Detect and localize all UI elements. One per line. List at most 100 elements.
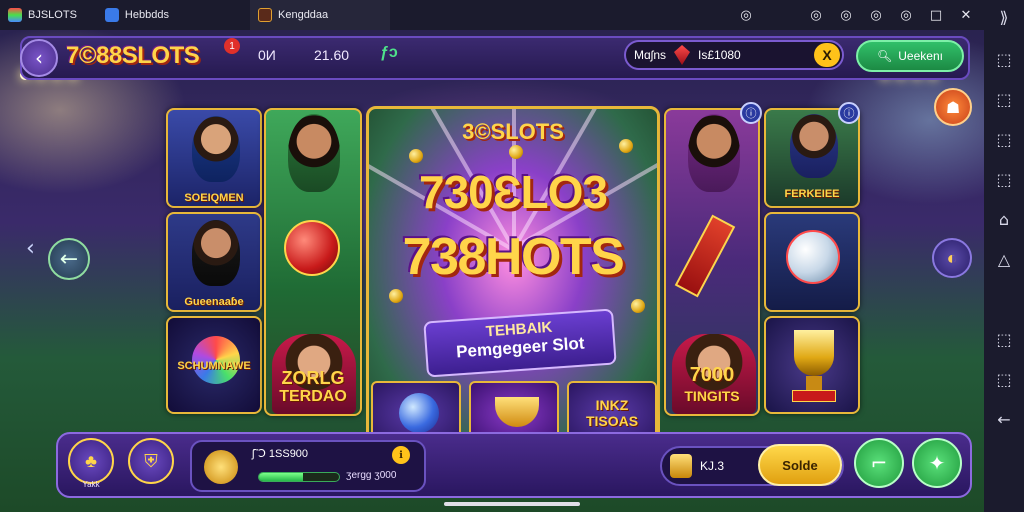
coin-stack-icon (670, 454, 692, 478)
scroll-left-button[interactable]: ← (48, 238, 90, 280)
window-controls: ◎ ◎ ◎ ◎ ◎ □ ✕ (738, 0, 974, 30)
cricket-ball-icon: ◐ (946, 247, 958, 268)
chevron-left-icon[interactable]: ‹ (26, 236, 35, 261)
game-card-1c[interactable]: SCHUMNAWE (166, 316, 262, 414)
tab-label: Kengddaa (278, 9, 329, 21)
tab-second[interactable]: Hebbdds (97, 0, 177, 30)
featured-banner[interactable]: 3©SLOTS 730ƐLO3 738HOTS TEHBAIK Pemgegee… (366, 106, 660, 446)
search-icon: 🔍︎ (877, 49, 893, 63)
coin-icon (509, 145, 523, 159)
flame-button-label: Yakk (82, 480, 100, 489)
solde-button[interactable]: Solde (758, 444, 842, 486)
game-logo: 7©88SLOTS (66, 42, 200, 69)
info-badge-icon[interactable]: ⓘ (740, 102, 762, 124)
progress-bar (258, 472, 340, 482)
app-icon (104, 8, 119, 22)
game-card-1a[interactable]: SOEIQMEN (166, 108, 262, 208)
game-icon (258, 8, 272, 22)
gesture-home-bar[interactable] (444, 502, 580, 506)
notification-badge: 1 (224, 38, 240, 54)
card-label-line1: 7000 (689, 364, 735, 386)
stats-icon[interactable]: ƒɔ (380, 44, 398, 62)
coin-amount: KJ.3 (700, 459, 725, 473)
progress-label: ʃ˜Ↄ 1SS900 (252, 448, 309, 460)
header-stat-a: 0И (258, 47, 276, 63)
install-apk-icon[interactable]: ⬚ (996, 170, 1011, 189)
player-portrait (288, 114, 340, 192)
search-label: Ueekenı (898, 49, 943, 63)
back-arrow-icon: ‹ (35, 46, 43, 70)
arrow-left-icon: ← (59, 246, 79, 272)
featured-headline-2: 738HOTS (402, 228, 625, 286)
trophy-stem (806, 376, 822, 390)
close-window-icon[interactable]: ✕ (958, 8, 974, 23)
tab-label: Hebbdds (124, 9, 169, 21)
notification-icon[interactable]: ◎ (808, 8, 824, 23)
header-stat-b: 21.60 (314, 47, 350, 63)
expand-icon[interactable]: ⟫ (1000, 8, 1009, 27)
card-label: SOEIQMEN (184, 192, 244, 204)
card-label: FERKEIEE (784, 188, 840, 200)
featured-tagline: TEHBAIK Pemgegeer Slot (423, 308, 617, 378)
help-icon[interactable]: ◎ (868, 8, 884, 23)
balance-label: Mɑʃns (634, 48, 667, 62)
card-label-line2: TERDAO (279, 388, 347, 405)
cashier-button[interactable]: ⌐ (854, 438, 904, 488)
tab-active[interactable]: Kengddaa (250, 0, 390, 30)
search-button[interactable]: 🔍︎ Ueekenı (856, 40, 964, 72)
back-button[interactable]: ‹ (20, 39, 58, 77)
maximize-icon[interactable]: □ (928, 8, 944, 23)
keyboard-icon[interactable]: ⬚ (996, 90, 1011, 109)
card-label: Gueenaaɓe (184, 296, 244, 308)
tab-app[interactable]: BJSLOTS (0, 0, 85, 30)
balance-pill: Mɑʃns Is£1080 X (624, 40, 844, 70)
screenshot-icon[interactable]: ⬚ (996, 130, 1011, 149)
gift-button[interactable]: ☗ (934, 88, 972, 126)
recent-icon[interactable]: ⬚ (996, 370, 1011, 389)
info-icon[interactable]: ℹ (392, 446, 410, 464)
scroll-right-button[interactable]: ◐ (932, 238, 972, 278)
card-label: SCHUMNAWE (177, 360, 251, 372)
back-icon[interactable]: ← (997, 410, 1010, 429)
player-portrait (192, 220, 240, 286)
shield-button[interactable]: ⛨ (128, 438, 174, 484)
coin-icon (389, 289, 403, 303)
flame-button[interactable]: ♣ (68, 438, 114, 484)
trophy-icon (794, 330, 834, 376)
globe-icon (399, 393, 439, 433)
cricket-ball-icon (284, 220, 340, 276)
ruby-icon (674, 45, 691, 65)
fullscreen-icon[interactable]: ⬚ (996, 50, 1011, 69)
mini-game-label: INKZ TISOAS (585, 397, 639, 429)
game-card-1b[interactable]: Gueenaaɓe (166, 212, 262, 312)
info-badge-icon[interactable]: ⓘ (838, 102, 860, 124)
featured-headline-1: 730ƐLO3 (418, 166, 608, 218)
flame-icon: ♣ (85, 450, 97, 471)
account-icon[interactable]: ◎ (738, 8, 754, 23)
shield-icon: ⛨ (144, 450, 158, 471)
featured-small-logo: 3©SLOTS (462, 119, 564, 144)
cricket-ball-icon (786, 230, 840, 284)
settings-star-icon: ✦ (928, 451, 946, 475)
cricket-bat-icon (674, 214, 736, 298)
game-card-5b[interactable] (764, 212, 860, 312)
game-screen: ‹ 7©88SLOTS 1 0И 21.60 ƒɔ Mɑʃns Is£1080 … (0, 30, 984, 512)
settings-icon[interactable]: ◎ (838, 8, 854, 23)
trophy-base (792, 390, 836, 402)
game-card-5c[interactable] (764, 316, 860, 414)
card-label-line2: TINGITS (684, 388, 740, 404)
settings-button[interactable]: ✦ (912, 438, 962, 488)
shield-badge-icon (204, 450, 238, 484)
player-portrait (192, 116, 240, 182)
app-icon (8, 8, 22, 22)
game-card-2[interactable]: ZORLG TERDAO (264, 108, 362, 416)
folder-icon[interactable]: ⬚ (996, 330, 1011, 349)
close-button[interactable]: X (814, 43, 840, 67)
card-label-line1: ZORLG (281, 368, 345, 388)
coin-icon (619, 139, 633, 153)
menu-icon[interactable]: ◎ (898, 8, 914, 23)
rotate-icon[interactable]: △ (998, 250, 1010, 269)
home-icon[interactable]: ⌂ (999, 210, 1009, 229)
game-card-4[interactable]: 7000 TINGITS (664, 108, 760, 416)
progress-sub: ʒergg ʒ000 (346, 470, 397, 481)
